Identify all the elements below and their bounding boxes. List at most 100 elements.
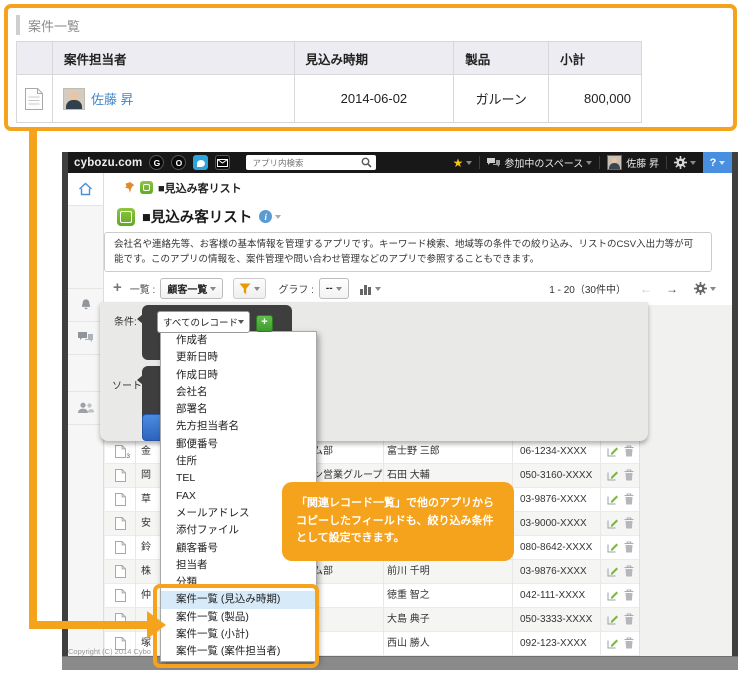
- delete-record-button[interactable]: [624, 565, 634, 577]
- view-select[interactable]: 顧客一覧: [160, 278, 223, 299]
- edit-icon: [607, 445, 619, 457]
- chat-bubbles-icon: [78, 332, 93, 344]
- header-icon-column: [17, 42, 53, 75]
- field-menu-item[interactable]: 住所: [161, 453, 316, 470]
- prev-page-button[interactable]: ←: [640, 282, 652, 296]
- delete-record-button[interactable]: [624, 469, 634, 481]
- delete-record-button[interactable]: [624, 445, 634, 457]
- record-tel: 092-123-XXXX: [520, 632, 587, 655]
- record-tel: 03-9000-XXXX: [520, 512, 587, 535]
- breadcrumb-app-name[interactable]: ■見込み客リスト: [158, 180, 242, 196]
- delete-record-button[interactable]: [624, 517, 634, 529]
- delete-record-button[interactable]: [624, 637, 634, 649]
- user-menu[interactable]: 佐藤 昇: [600, 152, 666, 173]
- add-record-button[interactable]: +: [113, 279, 122, 296]
- case-manager-cell: 佐藤 昇: [53, 75, 295, 122]
- delete-record-button[interactable]: [624, 613, 634, 625]
- sidebar-item-home[interactable]: [68, 173, 103, 206]
- list-toolbar: + 一覧 : 顧客一覧 グラフ : --: [104, 272, 732, 305]
- record-tel: 03-9876-XXXX: [520, 488, 587, 511]
- delete-record-button[interactable]: [624, 589, 634, 601]
- edit-icon: [607, 613, 619, 625]
- chevron-down-icon: [586, 161, 592, 165]
- search-icon[interactable]: [361, 157, 372, 168]
- trash-icon: [624, 541, 634, 553]
- mail-app-icon[interactable]: [215, 155, 230, 170]
- edit-record-button[interactable]: [607, 469, 619, 481]
- office-app-icon[interactable]: O: [171, 155, 186, 170]
- record-document-icon[interactable]: [115, 565, 126, 578]
- screenshot-stage: 案件一覧 案件担当者 見込み時期 製品 小計 佐藤 昇 2014-06-02 ガ…: [0, 0, 745, 676]
- cybozu-topbar: cybozu.com G O ★ 参加中のスペース: [68, 152, 732, 173]
- chevron-down-icon[interactable]: [275, 215, 281, 219]
- garoon-app-icon[interactable]: G: [149, 155, 164, 170]
- app-search-box[interactable]: [246, 155, 376, 170]
- edit-record-button[interactable]: [607, 541, 619, 553]
- user-avatar: [607, 155, 622, 170]
- condition-field-value: すべてのレコード: [163, 315, 238, 329]
- record-tel: 042-111-XXXX: [520, 584, 585, 607]
- field-menu-item[interactable]: 先方担当者名: [161, 418, 316, 435]
- view-select-value: 顧客一覧: [167, 281, 207, 296]
- document-icon: [115, 589, 126, 602]
- sidebar-item-people[interactable]: [68, 392, 103, 425]
- help-label: ?: [710, 157, 717, 169]
- field-menu-item[interactable]: 部署名: [161, 401, 316, 418]
- record-document-icon[interactable]: [115, 589, 126, 602]
- info-icon[interactable]: i: [259, 210, 272, 223]
- list-settings-button[interactable]: [694, 282, 716, 295]
- edit-record-button[interactable]: [607, 493, 619, 505]
- record-company: 安: [141, 512, 151, 535]
- delete-record-button[interactable]: [624, 493, 634, 505]
- field-menu-item[interactable]: 更新日時: [161, 349, 316, 366]
- edit-record-button[interactable]: [607, 589, 619, 601]
- header-expected-period: 見込み時期: [295, 42, 455, 75]
- record-document-icon[interactable]: 3: [115, 445, 126, 458]
- record-tel: 06-1234-XXXX: [520, 440, 587, 463]
- record-tel: 050-3333-XXXX: [520, 608, 592, 631]
- field-menu-item[interactable]: 作成者: [161, 332, 316, 349]
- add-condition-button[interactable]: +: [256, 315, 273, 332]
- condition-label: 条件:: [114, 313, 137, 328]
- kintone-glyph: [197, 160, 205, 167]
- document-icon: [115, 469, 126, 482]
- edit-record-button[interactable]: [607, 565, 619, 577]
- record-detail-cell[interactable]: [17, 75, 53, 122]
- related-records-header-row: 案件担当者 見込み時期 製品 小計: [17, 42, 641, 75]
- filter-button[interactable]: [233, 278, 266, 299]
- record-document-icon[interactable]: [115, 517, 126, 530]
- next-page-button[interactable]: →: [666, 282, 678, 296]
- favorites-menu[interactable]: ★: [446, 152, 480, 173]
- edit-record-button[interactable]: [607, 445, 619, 457]
- chevron-down-icon: [336, 287, 342, 291]
- condition-field-select[interactable]: すべてのレコード: [157, 311, 250, 333]
- field-menu-item[interactable]: 会社名: [161, 384, 316, 401]
- settings-menu[interactable]: [667, 152, 703, 173]
- field-menu-item[interactable]: 作成日時: [161, 367, 316, 384]
- help-menu[interactable]: ?: [703, 152, 732, 173]
- column-divider: [600, 440, 601, 656]
- cybozu-logo[interactable]: cybozu.com: [74, 157, 142, 169]
- record-document-icon[interactable]: [115, 469, 126, 482]
- kintone-app-icon[interactable]: [193, 155, 208, 170]
- search-input[interactable]: [250, 157, 361, 169]
- record-tel: 03-9876-XXXX: [520, 560, 587, 583]
- sidebar-item-messages[interactable]: [68, 322, 103, 355]
- chart-button[interactable]: [359, 283, 381, 295]
- record-contact-name: 徳重 智之: [387, 584, 430, 607]
- delete-record-button[interactable]: [624, 541, 634, 553]
- field-menu-item[interactable]: 郵便番号: [161, 436, 316, 453]
- record-document-icon[interactable]: [115, 493, 126, 506]
- record-document-icon[interactable]: [115, 541, 126, 554]
- case-manager-link[interactable]: 佐藤 昇: [91, 89, 134, 108]
- edit-record-button[interactable]: [607, 637, 619, 649]
- edit-record-button[interactable]: [607, 517, 619, 529]
- graph-select[interactable]: --: [319, 278, 349, 299]
- people-icon: [78, 402, 94, 414]
- pushpin-icon[interactable]: [124, 182, 135, 194]
- spaces-menu[interactable]: 参加中のスペース: [480, 152, 599, 173]
- sidebar-spacer: [68, 206, 103, 289]
- edit-record-button[interactable]: [607, 613, 619, 625]
- sidebar-item-notifications[interactable]: [68, 289, 103, 322]
- record-company: 岡: [141, 464, 151, 487]
